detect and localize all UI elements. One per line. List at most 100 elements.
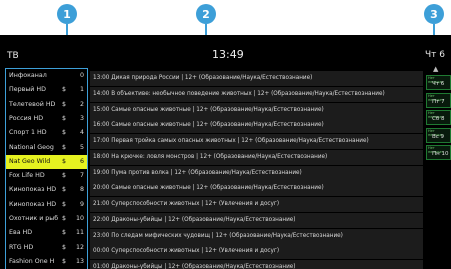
paid-indicator: $ <box>62 186 67 194</box>
channel-number: 3 <box>79 114 84 122</box>
program-row[interactable]: 14:00 В объективе: необычное поведение ж… <box>90 86 423 102</box>
channel-name: Fox Life HD <box>9 172 45 180</box>
program-row[interactable]: 23:00 По следам мифических чудовищ | 12+… <box>90 228 423 244</box>
day-item-label: Чт 6 <box>432 81 445 87</box>
day-item-label: Пн 10 <box>432 151 449 158</box>
channel-row[interactable]: National Geog $5 <box>6 141 87 155</box>
channel-name: Инфоканал <box>9 72 47 79</box>
paid-indicator: $ <box>62 172 67 180</box>
channel-row[interactable]: Инфоканал 0 <box>6 69 87 83</box>
paid-indicator: $ <box>62 129 67 137</box>
program-title: 21:00 Суперспособности животных | 12+ (У… <box>93 201 280 207</box>
program-title: 23:00 По следам мифических чудовищ | 12+… <box>93 232 343 239</box>
program-title: 14:00 В объективе: необычное поведение ж… <box>93 90 385 97</box>
channel-name: Ева HD <box>9 229 33 237</box>
program-row[interactable]: 13:00 Дикая природа России | 12+ (Образо… <box>90 71 423 86</box>
day-item[interactable]: Нет передач Пн 10 <box>426 145 451 161</box>
channel-row[interactable]: Кинопоказ HD $9 <box>6 198 87 212</box>
program-row[interactable]: 16:00 Самые опасные животные | 12+ (Обра… <box>90 118 423 134</box>
channel-number: 5 <box>79 143 84 151</box>
program-title: 19:00 Пума против волка | 12+ (Образован… <box>93 169 302 176</box>
channel-number: 1 <box>79 86 84 94</box>
callout-marker-1: 1 <box>57 4 77 24</box>
tv-guide-screen: 1 2 3 ТВ 13:49 Чт 6 Инфоканал 0 Первый HD $… <box>0 0 451 269</box>
channel-name: RTG HD <box>9 243 34 251</box>
channel-row[interactable]: Кинопоказ HD $8 <box>6 183 87 197</box>
channel-number: 10 <box>75 215 84 222</box>
program-row[interactable]: 17:00 Первая тройка самых опасных животн… <box>90 134 423 149</box>
channel-row[interactable]: RTG HD $12 <box>6 241 87 255</box>
program-title: 22:00 Драконы-убийцы | 12+ (Образование/… <box>93 216 296 223</box>
program-row[interactable]: 21:00 Суперспособности животных | 12+ (У… <box>90 197 423 212</box>
section-title: ТВ <box>7 51 19 61</box>
callout-marker-3: 3 <box>424 4 444 24</box>
program-title: 00:00 Суперспособности животных | 12+ (У… <box>93 248 280 255</box>
channel-number: 13 <box>75 257 84 265</box>
paid-indicator: $ <box>62 143 67 151</box>
channel-row[interactable]: Nat Geo Wild $6 <box>6 154 87 169</box>
callout-marker-2: 2 <box>196 4 216 24</box>
channel-name: Кинопоказ HD <box>9 200 57 208</box>
channel-number: 12 <box>75 243 84 251</box>
channel-row[interactable]: Fox Life HD $7 <box>6 169 87 183</box>
channel-number: 8 <box>79 186 84 194</box>
program-row[interactable]: 18:00 На крючке: ловля монстров | 12+ (О… <box>90 149 423 165</box>
paid-indicator: $ <box>62 157 67 165</box>
clock: 13:49 <box>212 48 244 61</box>
channel-row[interactable]: Спорт 1 HD $4 <box>6 126 87 140</box>
channel-number: 2 <box>79 100 84 108</box>
channel-row[interactable]: Охотник и рыб $10 <box>6 212 87 226</box>
day-item[interactable]: Нет передач Вс 9 <box>426 127 451 143</box>
channel-number: 9 <box>79 200 84 208</box>
channel-number: 0 <box>79 72 84 79</box>
paid-indicator: $ <box>62 200 67 208</box>
channel-number: 7 <box>79 172 84 180</box>
day-item[interactable]: Нет передач Чт 6 <box>426 75 451 90</box>
channel-number: 4 <box>79 129 84 137</box>
program-title: 20:00 Самые опасные животные | 12+ (Обра… <box>93 185 324 192</box>
scroll-up-icon[interactable]: ▲ <box>433 65 438 73</box>
channel-name: Россия HD <box>9 114 44 122</box>
day-item-label: Пт 7 <box>432 98 445 105</box>
channel-row[interactable]: Ева HD $11 <box>6 226 87 240</box>
program-title: 18:00 На крючке: ловля монстров | 12+ (О… <box>93 153 328 160</box>
program-title: 13:00 Дикая природа России | 12+ (Образо… <box>93 75 313 81</box>
paid-indicator: $ <box>62 215 67 222</box>
day-item[interactable]: Нет передач Сб 8 <box>426 110 451 126</box>
channel-name: Охотник и рыб <box>9 215 59 222</box>
program-title: 01:00 Драконы-убийцы | 12+ (Образование/… <box>93 264 296 269</box>
channel-name: Кинопоказ HD <box>9 186 57 194</box>
paid-indicator: $ <box>62 86 67 94</box>
tv-frame: ТВ 13:49 Чт 6 Инфоканал 0 Первый HD $1 Телет… <box>0 35 451 269</box>
channel-number: 11 <box>75 229 84 237</box>
program-title: 15:00 Самые опасные животные | 12+ (Обра… <box>93 106 324 113</box>
channel-row[interactable]: Телетевой HD $2 <box>6 98 87 112</box>
channel-name: Телетевой HD <box>9 100 56 108</box>
day-item[interactable]: Нет передач Пт 7 <box>426 92 451 108</box>
day-item-label: Сб 8 <box>432 116 445 123</box>
channel-name: Первый HD <box>9 86 46 94</box>
channel-name: Fashion One H <box>9 257 55 265</box>
channel-row[interactable]: Первый HD $1 <box>6 83 87 97</box>
program-row[interactable]: 01:00 Драконы-убийцы | 12+ (Образование/… <box>90 260 423 269</box>
channel-row[interactable]: Fashion One H $13 <box>6 255 87 269</box>
paid-indicator: $ <box>62 257 67 265</box>
channel-name: Nat Geo Wild <box>9 157 51 165</box>
channel-name: Спорт 1 HD <box>9 129 47 137</box>
channel-list: Инфоканал 0 Первый HD $1 Телетевой HD $2 Росси… <box>5 68 88 269</box>
channel-name: National Geog <box>9 143 54 151</box>
program-row[interactable]: 22:00 Драконы-убийцы | 12+ (Образование/… <box>90 212 423 228</box>
current-day: Чт 6 <box>425 50 445 60</box>
program-title: 17:00 Первая тройка самых опасных животн… <box>93 138 369 144</box>
channel-number: 6 <box>79 157 84 165</box>
paid-indicator: $ <box>62 243 67 251</box>
paid-indicator: $ <box>62 229 67 237</box>
program-row[interactable]: 00:00 Суперспособности животных | 12+ (У… <box>90 244 423 260</box>
paid-indicator: $ <box>62 100 67 108</box>
paid-indicator: $ <box>62 114 67 122</box>
program-row[interactable]: 15:00 Самые опасные животные | 12+ (Обра… <box>90 102 423 118</box>
channel-row[interactable]: Россия HD $3 <box>6 112 87 126</box>
program-row[interactable]: 19:00 Пума против волка | 12+ (Образован… <box>90 165 423 181</box>
program-row[interactable]: 20:00 Самые опасные животные | 12+ (Обра… <box>90 181 423 197</box>
program-title: 16:00 Самые опасные животные | 12+ (Обра… <box>93 122 324 129</box>
